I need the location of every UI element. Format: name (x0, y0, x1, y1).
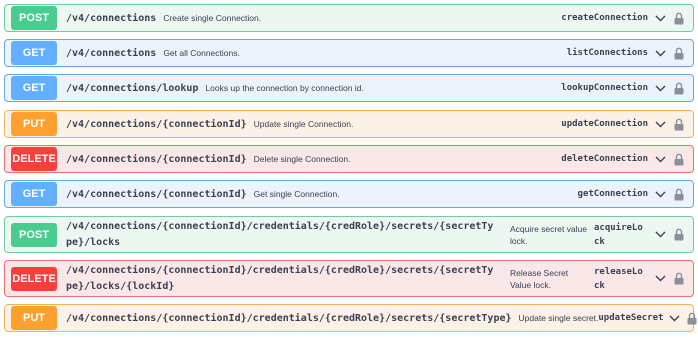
method-badge: PUT (11, 112, 57, 136)
operation-summary: Acquire secret value lock. (510, 223, 588, 246)
method-badge: DELETE (11, 147, 57, 171)
chevron-down-icon[interactable] (654, 118, 666, 130)
lock-icon[interactable] (673, 81, 685, 95)
chevron-down-icon[interactable] (654, 47, 666, 59)
operation-id: createConnection (561, 13, 648, 23)
chevron-down-icon[interactable] (654, 188, 666, 200)
chevron-down-icon[interactable] (654, 82, 666, 94)
operation-id: lookupConnection (561, 83, 648, 93)
endpoint-path: /v4/connections/{connectionId}/credentia… (66, 220, 494, 248)
operation-row-lookup-connection[interactable]: GET /v4/connections/lookup Looks up the … (4, 74, 694, 102)
endpoint-path: /v4/connections (66, 47, 157, 59)
method-badge: GET (11, 182, 57, 206)
endpoint-path: /v4/connections (66, 12, 157, 24)
operation-row-list-connections[interactable]: GET /v4/connections Get all Connections.… (4, 39, 694, 67)
operation-summary: Looks up the connection by connection id… (205, 83, 364, 93)
chevron-down-icon[interactable] (669, 312, 680, 324)
operation-id: updateSecret (598, 313, 664, 323)
operation-summary: Update single secret. (518, 313, 599, 323)
operation-row-update-connection[interactable]: PUT /v4/connections/{connectionId} Updat… (4, 110, 694, 138)
lock-icon[interactable] (673, 117, 685, 131)
chevron-down-icon[interactable] (654, 12, 666, 24)
operation-row-delete-connection[interactable]: DELETE /v4/connections/{connectionId} De… (4, 145, 694, 173)
method-badge: DELETE (11, 266, 57, 291)
operation-row-release-lock[interactable]: DELETE /v4/connections/{connectionId}/cr… (4, 260, 694, 297)
endpoint-path: /v4/connections/lookup (66, 82, 199, 94)
operation-row-create-connection[interactable]: POST /v4/connections Create single Conne… (4, 4, 694, 32)
operation-row-update-secret[interactable]: PUT /v4/connections/{connectionId}/crede… (4, 304, 697, 332)
operation-summary: Release Secret Value lock. (510, 267, 569, 290)
lock-icon[interactable] (673, 187, 685, 201)
method-badge: POST (11, 222, 57, 247)
endpoint-path: /v4/connections/{connectionId} (66, 118, 247, 130)
method-badge: GET (11, 76, 57, 100)
operation-summary: Delete single Connection. (253, 154, 351, 164)
operation-summary: Get all Connections. (163, 48, 240, 58)
lock-icon[interactable] (687, 311, 697, 325)
operation-summary: Update single Connection. (253, 119, 354, 129)
lock-icon[interactable] (673, 272, 685, 286)
chevron-down-icon[interactable] (654, 229, 666, 241)
lock-icon[interactable] (673, 152, 685, 166)
endpoint-path: /v4/connections/{connectionId}/credentia… (66, 264, 494, 292)
method-badge: PUT (11, 306, 57, 330)
operation-id: releaseLock (594, 266, 643, 291)
operation-id: acquireLock (594, 222, 643, 247)
operation-id: listConnections (566, 48, 648, 58)
endpoint-path: /v4/connections/{connectionId} (66, 153, 247, 165)
method-badge: POST (11, 6, 57, 30)
operation-row-get-connection[interactable]: GET /v4/connections/{connectionId} Get s… (4, 180, 694, 208)
chevron-down-icon[interactable] (654, 153, 666, 165)
operation-id: updateConnection (561, 119, 648, 129)
lock-icon[interactable] (673, 11, 685, 25)
method-badge: GET (11, 41, 57, 65)
chevron-down-icon[interactable] (654, 273, 666, 285)
operation-summary: Get single Connection. (253, 189, 340, 199)
endpoint-path: /v4/connections/{connectionId}/credentia… (66, 312, 512, 324)
operation-id: deleteConnection (561, 154, 648, 164)
operation-row-acquire-lock[interactable]: POST /v4/connections/{connectionId}/cred… (4, 216, 694, 253)
lock-icon[interactable] (673, 228, 685, 242)
endpoint-path: /v4/connections/{connectionId} (66, 188, 247, 200)
operation-id: getConnection (577, 189, 648, 199)
lock-icon[interactable] (673, 46, 685, 60)
operation-summary: Create single Connection. (163, 13, 262, 23)
